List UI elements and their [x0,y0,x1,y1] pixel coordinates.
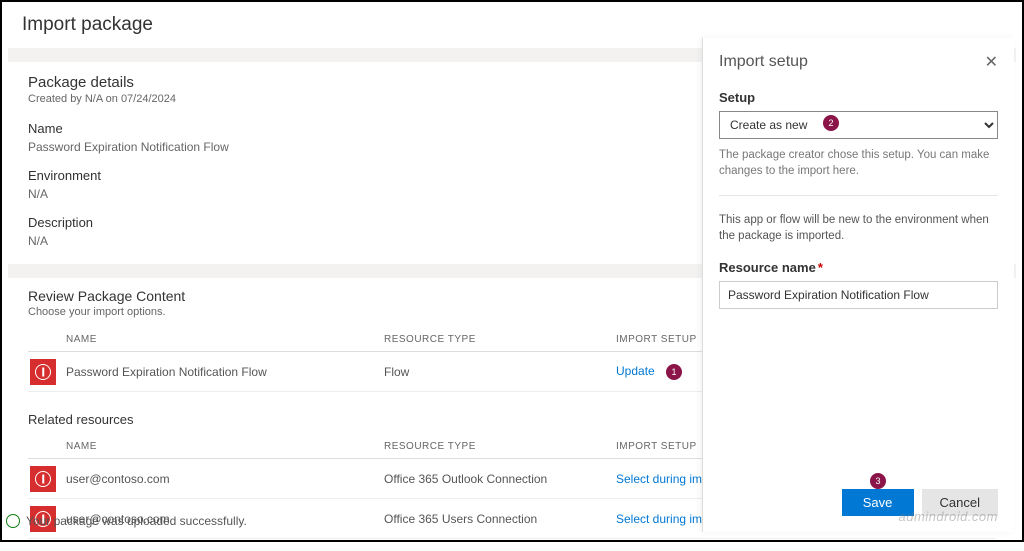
col-type: RESOURCE TYPE [384,334,616,345]
status-text: Your package was uploaded successfully. [26,514,247,528]
row-name: user@contoso.com [64,472,384,486]
import-setup-panel: Import setup ✕ Setup Create as new 2 The… [702,38,1014,532]
col-name: NAME [64,334,384,345]
close-icon[interactable]: ✕ [985,52,998,72]
row-type: Office 365 Outlook Connection [384,472,616,486]
col-name: NAME [64,441,384,452]
step-badge-3: 3 [870,473,886,489]
connection-icon [30,466,56,492]
setup-label: Setup [719,90,998,105]
setup-help-text: The package creator chose this setup. Yo… [719,147,998,179]
setup-note: This app or flow will be new to the envi… [719,212,998,244]
resource-name-label: Resource name* [719,260,998,275]
step-badge-2: 2 [823,115,839,131]
required-asterisk: * [818,260,823,275]
divider [719,195,998,196]
import-setup-link[interactable]: Update [616,364,655,378]
flow-icon [30,359,56,385]
step-badge-1: 1 [666,364,682,380]
col-type: RESOURCE TYPE [384,441,616,452]
resource-name-input[interactable] [719,281,998,309]
setup-select[interactable]: Create as new [719,111,998,139]
row-type: Flow [384,365,616,379]
panel-title: Import setup [719,53,808,71]
row-name: Password Expiration Notification Flow [64,365,384,379]
success-icon [6,514,20,528]
watermark: admindroid.com [899,509,999,524]
